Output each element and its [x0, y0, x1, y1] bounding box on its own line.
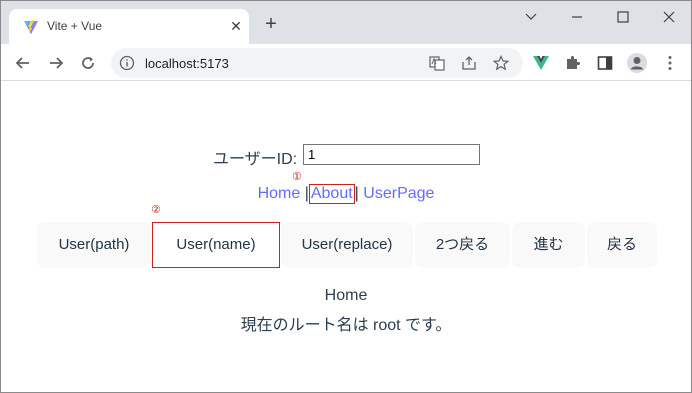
nav-links: Home | About | UserPage: [1, 184, 691, 204]
browser-toolbar: localhost:5173: [1, 44, 691, 81]
forward-button[interactable]: 進む: [512, 222, 585, 268]
link-separator: |: [354, 185, 359, 202]
route-view-title: Home: [324, 287, 368, 304]
user-path-button[interactable]: User(path): [37, 222, 151, 268]
about-link[interactable]: About: [311, 185, 353, 202]
user-id-label: ユーザーID:: [213, 151, 298, 168]
about-highlight-box: About: [308, 184, 355, 204]
annotation-marker-1: ①: [292, 171, 302, 183]
tab-strip: Vite + Vue ✕ +: [1, 1, 691, 44]
close-icon[interactable]: [654, 7, 684, 27]
go-back-two-button[interactable]: 2つ戻る: [415, 222, 510, 268]
side-panel-icon[interactable]: [596, 54, 614, 72]
more-menu-icon[interactable]: [661, 54, 679, 72]
route-name-message: 現在のルート名は root です。: [240, 317, 452, 334]
chevron-down-icon[interactable]: [516, 7, 546, 27]
user-replace-button[interactable]: User(replace): [281, 222, 413, 268]
annotation-marker-2: ②: [151, 204, 161, 216]
address-text: localhost:5173: [145, 56, 229, 71]
share-icon[interactable]: [461, 55, 477, 71]
maximize-icon[interactable]: [608, 7, 638, 27]
user-id-input[interactable]: [303, 144, 480, 165]
user-page-link[interactable]: UserPage: [363, 185, 434, 202]
extensions-puzzle-icon[interactable]: [564, 54, 582, 72]
home-link[interactable]: Home: [258, 185, 301, 202]
browser-tab[interactable]: Vite + Vue ✕: [9, 9, 249, 44]
tab-title: Vite + Vue: [47, 19, 103, 33]
reload-icon[interactable]: [77, 52, 99, 74]
profile-avatar-icon[interactable]: [626, 52, 648, 74]
minimize-icon[interactable]: [562, 7, 592, 27]
address-bar[interactable]: localhost:5173: [111, 48, 523, 78]
new-tab-button[interactable]: +: [261, 14, 281, 35]
bookmark-star-icon[interactable]: [493, 55, 509, 71]
vite-logo-icon: [24, 20, 38, 34]
page-content: ユーザーID: ① ② Home |About| UserPage User(p…: [1, 82, 691, 393]
forward-arrow-icon[interactable]: [45, 52, 67, 74]
user-name-button[interactable]: User(name): [152, 222, 280, 268]
browser-window: Vite + Vue ✕ + localhost:5173 ユーザーID: 1 …: [0, 0, 692, 393]
back-arrow-icon[interactable]: [12, 52, 34, 74]
tab-close-icon[interactable]: ✕: [228, 18, 244, 34]
vue-devtools-icon[interactable]: [532, 54, 550, 72]
site-info-icon[interactable]: [119, 55, 135, 71]
translate-icon[interactable]: [429, 55, 445, 71]
back-button[interactable]: 戻る: [587, 222, 657, 268]
